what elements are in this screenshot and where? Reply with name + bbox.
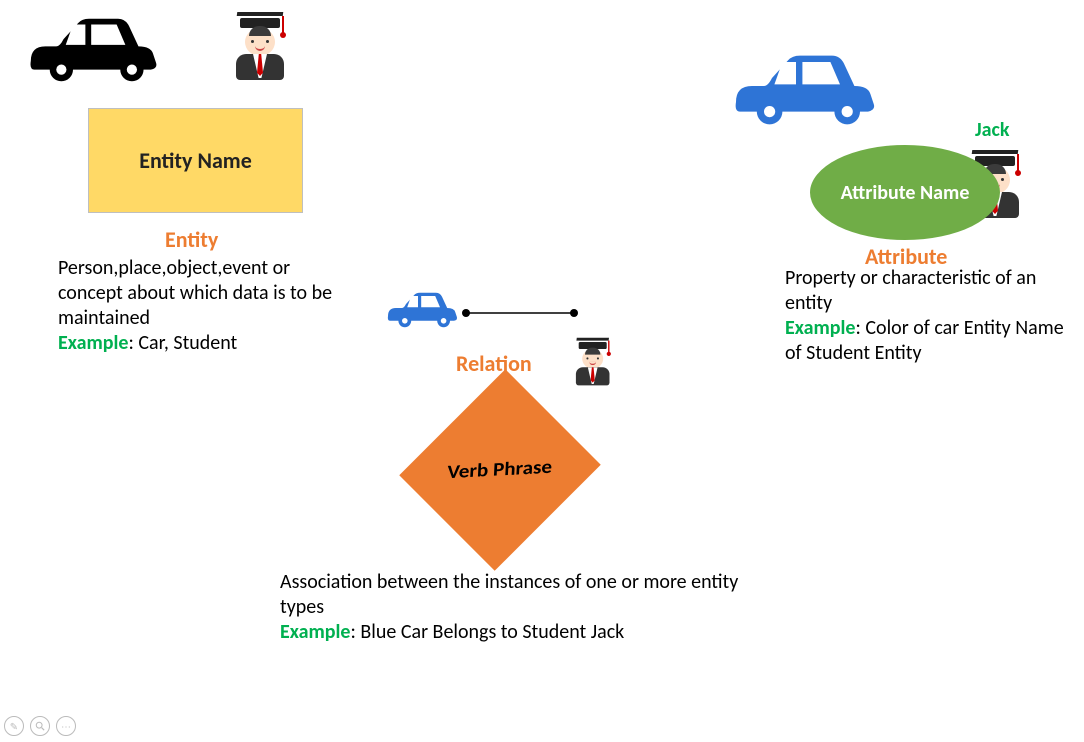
entity-heading: Entity xyxy=(165,226,218,253)
entity-desc-text: Person,place,object,event or concept abo… xyxy=(58,256,332,330)
attribute-ellipse: Attribute Name xyxy=(810,145,1000,240)
car-blue-icon xyxy=(720,45,880,135)
car-blue-small-icon xyxy=(380,285,460,335)
attribute-desc-text: Property or characteristic of an entity xyxy=(785,266,1036,315)
relation-desc-text: Association between the instances of one… xyxy=(280,570,738,619)
attribute-ellipse-label: Attribute Name xyxy=(841,181,970,205)
entity-example-text: : Car, Student xyxy=(129,331,238,355)
entity-box-label: Entity Name xyxy=(139,147,252,174)
relation-description: Association between the instances of one… xyxy=(280,570,750,645)
entity-name-box: Entity Name xyxy=(88,108,303,213)
entity-example-label: Example xyxy=(58,331,129,355)
relation-diamond: Verb Phrase xyxy=(390,390,610,550)
entity-description: Person,place,object,event or concept abo… xyxy=(58,256,358,356)
relation-example-label: Example xyxy=(280,620,351,644)
toolbar: ✎ ⋯ xyxy=(4,716,76,736)
relation-heading: Relation xyxy=(456,350,532,377)
relation-line xyxy=(460,303,580,323)
magnify-icon[interactable] xyxy=(30,716,50,736)
relation-example-text: : Blue Car Belongs to Student Jack xyxy=(351,620,625,644)
car-black-icon xyxy=(14,10,164,90)
attribute-description: Property or characteristic of an entity … xyxy=(785,266,1075,366)
more-icon[interactable]: ⋯ xyxy=(56,716,76,736)
student-small-icon xyxy=(578,342,607,373)
diamond-label: Verb Phrase xyxy=(447,456,553,484)
student-icon xyxy=(230,18,290,80)
clipboard-icon[interactable]: ✎ xyxy=(4,716,24,736)
jack-label: Jack xyxy=(975,118,1009,142)
attribute-example-label: Example xyxy=(785,316,856,340)
